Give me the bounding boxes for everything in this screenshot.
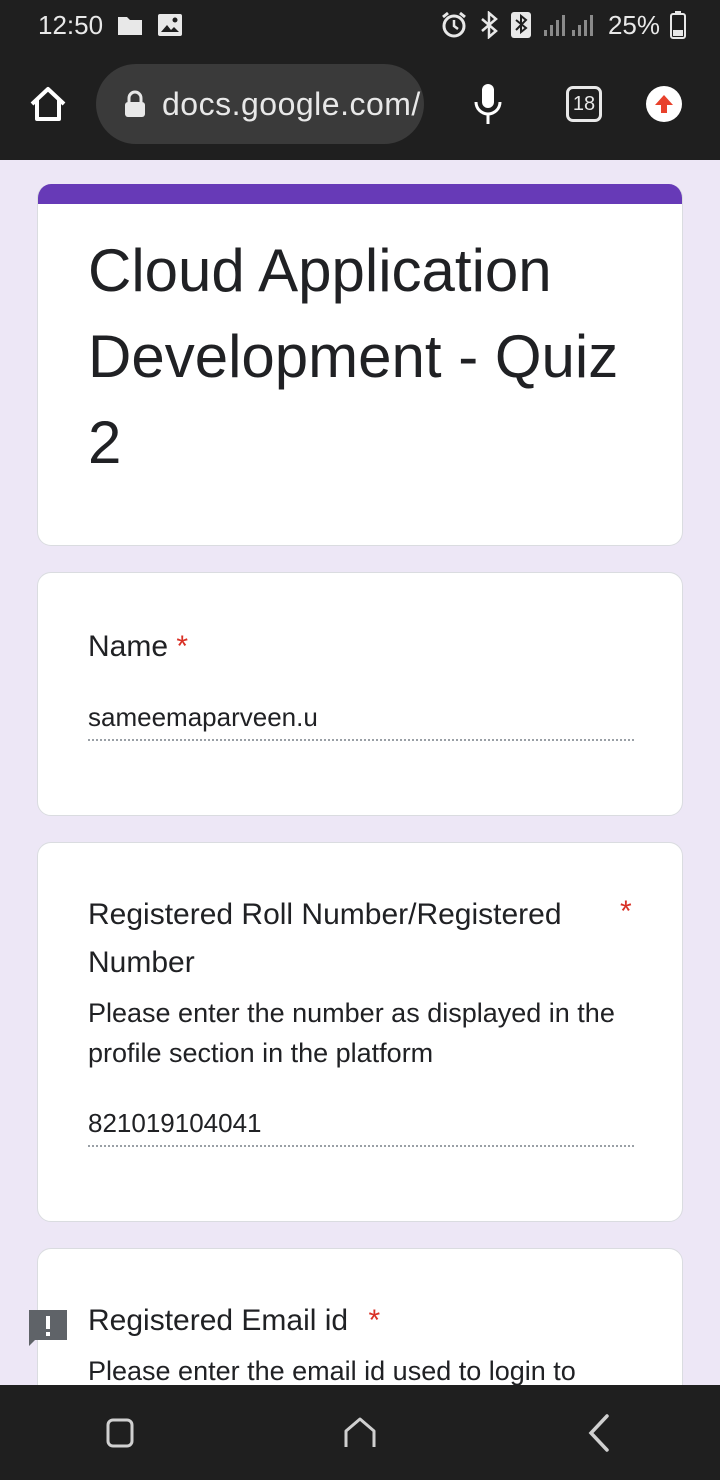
- required-asterisk: *: [620, 895, 632, 928]
- report-feedback-button[interactable]: [27, 1308, 69, 1348]
- question-card-name: Name * sameemaparveen.u: [37, 572, 683, 816]
- url-text: docs.google.com/: [162, 85, 421, 122]
- tab-count: 18: [572, 92, 596, 115]
- bluetooth-icon: [478, 11, 500, 39]
- required-asterisk: *: [176, 630, 189, 663]
- recents-button[interactable]: [90, 1403, 150, 1463]
- battery-percent: 25%: [607, 9, 660, 40]
- question-label: Registered Email id: [88, 1304, 349, 1337]
- status-bar: 12:50 25%: [0, 0, 720, 50]
- folder-icon: [117, 14, 143, 36]
- question-title: Registered Email id *: [88, 1297, 380, 1345]
- system-nav-bar: [0, 1385, 720, 1480]
- update-button[interactable]: [646, 86, 682, 122]
- required-asterisk: *: [368, 1304, 381, 1337]
- roll-number-answer-input[interactable]: 821019104041: [88, 1103, 634, 1147]
- header-accent-bar: [38, 184, 682, 204]
- voice-search-button[interactable]: [470, 82, 506, 126]
- browser-home-button[interactable]: [28, 84, 68, 124]
- address-bar[interactable]: docs.google.com/: [96, 64, 424, 144]
- browser-toolbar: docs.google.com/ 18: [0, 50, 720, 160]
- alarm-icon: [440, 11, 468, 39]
- bluetooth-battery-icon: [510, 11, 532, 39]
- home-nav-icon: [344, 1417, 376, 1447]
- home-button[interactable]: [330, 1403, 390, 1463]
- status-left: 12:50: [38, 10, 183, 41]
- form-header-card: Cloud Application Development - Quiz 2: [37, 184, 683, 546]
- battery-icon: [670, 11, 686, 39]
- feedback-icon: [29, 1310, 67, 1346]
- image-icon: [157, 13, 183, 37]
- home-icon: [30, 87, 66, 121]
- form-title: Cloud Application Development - Quiz 2: [88, 237, 619, 476]
- name-answer-input[interactable]: sameemaparveen.u: [88, 697, 634, 741]
- question-card-roll-number: Registered Roll Number/Registered Number…: [37, 842, 683, 1222]
- question-label: Name: [88, 630, 169, 663]
- lock-icon: [125, 90, 145, 117]
- back-button[interactable]: [570, 1403, 630, 1463]
- question-description: Please enter the number as displayed in …: [88, 998, 615, 1068]
- mic-icon: [474, 84, 502, 124]
- tab-switcher-button[interactable]: 18: [566, 86, 602, 122]
- question-title: Name *: [88, 623, 188, 671]
- signal-icon: [542, 12, 598, 38]
- question-label: Registered Roll Number/Registered Number: [88, 898, 562, 979]
- back-icon: [588, 1413, 609, 1452]
- recents-icon: [106, 1418, 134, 1447]
- status-right: 25%: [440, 10, 686, 41]
- arrow-up-icon: [655, 95, 673, 113]
- status-time: 12:50: [38, 9, 104, 40]
